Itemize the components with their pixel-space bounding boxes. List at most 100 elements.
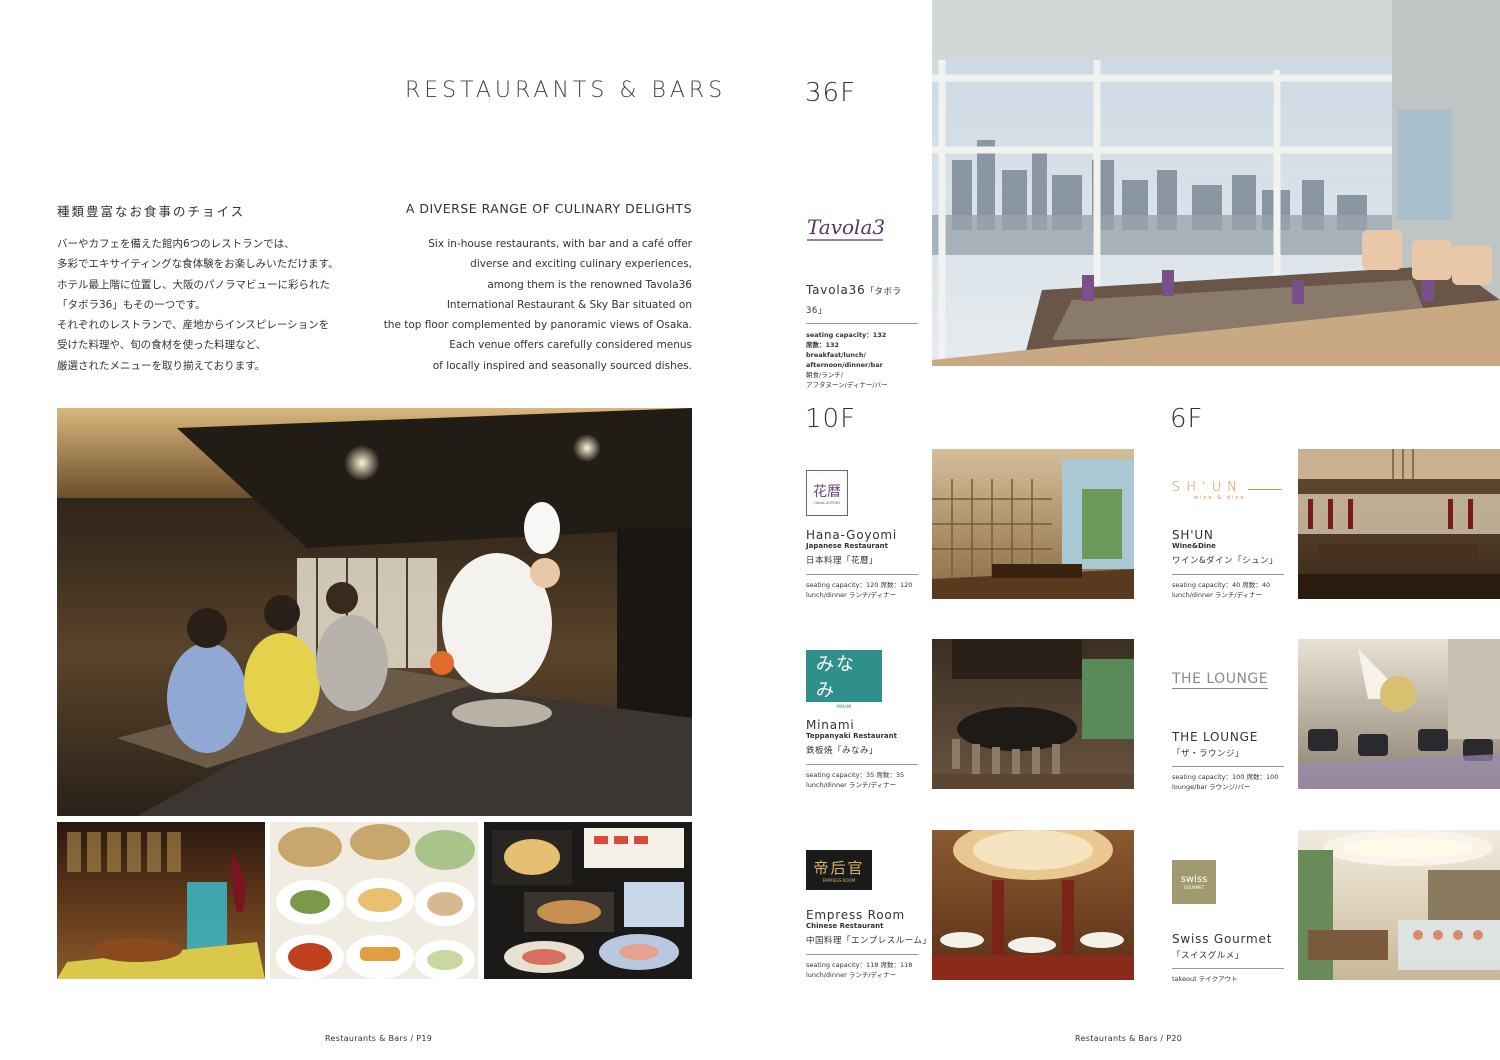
tavola36-logo: Tavola36 bbox=[805, 196, 885, 248]
empress-room-logo-text: 帝后官 bbox=[813, 859, 865, 877]
shun-details: seating capacity：40 席数：40 lunch/dinner ラ… bbox=[1172, 580, 1284, 600]
minami-logo-sub: MINAMI bbox=[836, 703, 852, 709]
empress-room-photo bbox=[932, 830, 1134, 980]
minami-logo: みなみ MINAMI bbox=[806, 649, 882, 709]
empress-room-name: Empress Room bbox=[806, 908, 906, 922]
detail-line: seating capacity：35 席数：35 bbox=[806, 771, 905, 779]
divider bbox=[806, 323, 918, 324]
jp-line: 「タボラ36」もその一つです。 bbox=[57, 298, 206, 311]
swiss-gourmet-jp-name: 「スイスグルメ」 bbox=[1172, 951, 1244, 961]
tavola36-logo-text: Tavola36 bbox=[807, 215, 885, 239]
swiss-gourmet-info: Swiss Gourmet 「スイスグルメ」 takeout テイクアウト bbox=[1172, 932, 1284, 984]
teppanyaki-photo bbox=[57, 408, 692, 816]
detail-line: lounge/bar ラウンジ/バー bbox=[1172, 783, 1251, 791]
shun-logo-text: SH'UN bbox=[1172, 480, 1243, 495]
divider bbox=[1172, 574, 1284, 575]
page-footer-left: Restaurants & Bars / P19 bbox=[325, 1034, 433, 1043]
empress-room-logo: 帝后官 EMPRESS ROOM bbox=[806, 850, 872, 890]
detail-line: seating capacity：132 bbox=[806, 331, 887, 339]
detail-line: アフタヌーン/ディナー/バー bbox=[806, 381, 888, 389]
divider bbox=[806, 764, 918, 765]
minami-type: Teppanyaki Restaurant bbox=[806, 732, 897, 740]
the-lounge-details: seating capacity：100 席数：100 lounge/bar ラ… bbox=[1172, 772, 1284, 792]
swiss-gourmet-logo: swiss GOURMET bbox=[1172, 860, 1216, 904]
hana-goyomi-type: Japanese Restaurant bbox=[806, 542, 889, 550]
divider bbox=[806, 574, 918, 575]
hana-goyomi-photo bbox=[932, 449, 1134, 599]
detail-line: lunch/dinner ランチ/ディナー bbox=[806, 781, 897, 789]
shun-logo-sub: wine & dine bbox=[1194, 495, 1246, 501]
minami-photo bbox=[932, 639, 1134, 789]
shun-logo: SH'UN wine & dine bbox=[1172, 480, 1282, 504]
the-lounge-jp-name: 「ザ・ラウンジ」 bbox=[1172, 749, 1245, 759]
shun-name: SH'UN bbox=[1172, 528, 1214, 542]
jp-line: 厳選されたメニューを取り揃えております。 bbox=[57, 359, 266, 372]
tavola36-details: seating capacity：132 席数：132 breakfast/lu… bbox=[806, 330, 918, 390]
minami-jp-name: 鉄板焼「みなみ」 bbox=[806, 746, 879, 756]
en-line: Six in-house restaurants, with bar and a… bbox=[428, 238, 692, 250]
en-heading: A DIVERSE RANGE OF CULINARY DELIGHTS bbox=[405, 201, 692, 216]
en-line: diverse and exciting culinary experience… bbox=[470, 258, 692, 271]
empress-room-type: Chinese Restaurant bbox=[806, 922, 884, 930]
detail-line: seating capacity：40 席数：40 bbox=[1172, 581, 1271, 589]
hana-goyomi-info: Hana-Goyomi Japanese Restaurant 日本料理「花暦」… bbox=[806, 528, 918, 600]
en-line: the top floor complemented by panoramic … bbox=[383, 319, 692, 332]
en-line: Each venue offers carefully considered m… bbox=[449, 339, 692, 352]
tavola36-info: Tavola36「タボラ36」 seating capacity：132 席数：… bbox=[806, 279, 918, 390]
en-line: International Restaurant & Sky Bar situa… bbox=[446, 298, 692, 311]
divider bbox=[1172, 968, 1284, 969]
the-lounge-info: THE LOUNGE 「ザ・ラウンジ」 seating capacity：100… bbox=[1172, 730, 1284, 792]
shun-info: SH'UN Wine&Dine ワイン&ダイン「シュン」 seating cap… bbox=[1172, 528, 1284, 600]
divider bbox=[1172, 766, 1284, 767]
shun-type: Wine&Dine bbox=[1172, 542, 1216, 550]
hana-goyomi-logo-text: 花暦 bbox=[813, 484, 841, 500]
detail-line: seating capacity：120 席数：120 bbox=[806, 581, 913, 589]
bar-drinks-photo bbox=[57, 822, 265, 979]
tavola36-name: Tavola36 bbox=[806, 283, 866, 297]
detail-line: seating capacity：100 席数：100 bbox=[1172, 773, 1279, 781]
en-line: of locally inspired and seasonally sourc… bbox=[432, 359, 692, 372]
floor-10-label: 10F bbox=[805, 404, 857, 434]
kaiseki-photo bbox=[484, 822, 692, 979]
jp-line: ホテル最上階に位置し、大阪のパノラマビューに彩られた bbox=[57, 278, 330, 291]
divider bbox=[806, 954, 918, 955]
minami-logo-text: みなみ bbox=[806, 649, 882, 702]
detail-line: 席数：132 bbox=[806, 341, 840, 349]
minami-details: seating capacity：35 席数：35 lunch/dinner ラ… bbox=[806, 770, 918, 790]
dim-sum-photo bbox=[270, 822, 478, 979]
detail-line: afternoon/dinner/bar bbox=[806, 361, 883, 369]
empress-room-details: seating capacity：118 席数：118 lunch/dinner… bbox=[806, 960, 918, 980]
divider bbox=[1248, 489, 1282, 490]
the-lounge-photo bbox=[1298, 639, 1500, 789]
jp-line: 受けた料理や、旬の食材を使った料理など、 bbox=[57, 339, 267, 352]
empress-room-info: Empress Room Chinese Restaurant 中国料理「エンプ… bbox=[806, 908, 932, 980]
hana-goyomi-logo: 花暦 HANA-GOYOMI bbox=[806, 470, 848, 516]
detail-line: lunch/dinner ランチ/ディナー bbox=[806, 971, 897, 979]
minami-name: Minami bbox=[806, 718, 855, 732]
swiss-gourmet-details: takeout テイクアウト bbox=[1172, 974, 1284, 984]
hana-goyomi-details: seating capacity：120 席数：120 lunch/dinner… bbox=[806, 580, 918, 600]
detail-line: breakfast/lunch/ bbox=[806, 351, 866, 359]
swiss-gourmet-photo bbox=[1298, 830, 1500, 980]
tavola36-photo bbox=[932, 0, 1500, 366]
detail-line: lunch/dinner ランチ/ディナー bbox=[1172, 591, 1263, 599]
the-lounge-name: THE LOUNGE bbox=[1172, 730, 1259, 744]
jp-body-text: バーやカフェを備えた館内6つのレストランでは、 多彩でエキサイティングな食体験を… bbox=[57, 234, 339, 376]
detail-line: seating capacity：118 席数：118 bbox=[806, 961, 913, 969]
empress-room-logo-sub: EMPRESS ROOM bbox=[822, 878, 856, 883]
detail-line: lunch/dinner ランチ/ディナー bbox=[806, 591, 897, 599]
empress-room-jp-name: 中国料理「エンプレスルーム」 bbox=[806, 936, 932, 946]
shun-jp-name: ワイン&ダイン「シュン」 bbox=[1172, 556, 1279, 566]
page-title: RESTAURANTS & BARS bbox=[405, 78, 727, 103]
minami-info: Minami Teppanyaki Restaurant 鉄板焼「みなみ」 se… bbox=[806, 718, 918, 790]
swiss-gourmet-logo-sub: GOURMET bbox=[1183, 884, 1205, 890]
detail-line: 朝食/ランチ/ bbox=[806, 371, 843, 379]
detail-line: takeout テイクアウト bbox=[1172, 975, 1238, 983]
hana-goyomi-name: Hana-Goyomi bbox=[806, 528, 898, 542]
floor-6-label: 6F bbox=[1170, 404, 1204, 434]
the-lounge-logo: THE LOUNGE bbox=[1172, 671, 1269, 689]
jp-line: バーやカフェを備えた館内6つのレストランでは、 bbox=[57, 238, 295, 250]
hana-goyomi-jp-name: 日本料理「花暦」 bbox=[806, 556, 879, 566]
page-footer-right: Restaurants & Bars / P20 bbox=[1075, 1034, 1183, 1043]
shun-photo bbox=[1298, 449, 1500, 599]
